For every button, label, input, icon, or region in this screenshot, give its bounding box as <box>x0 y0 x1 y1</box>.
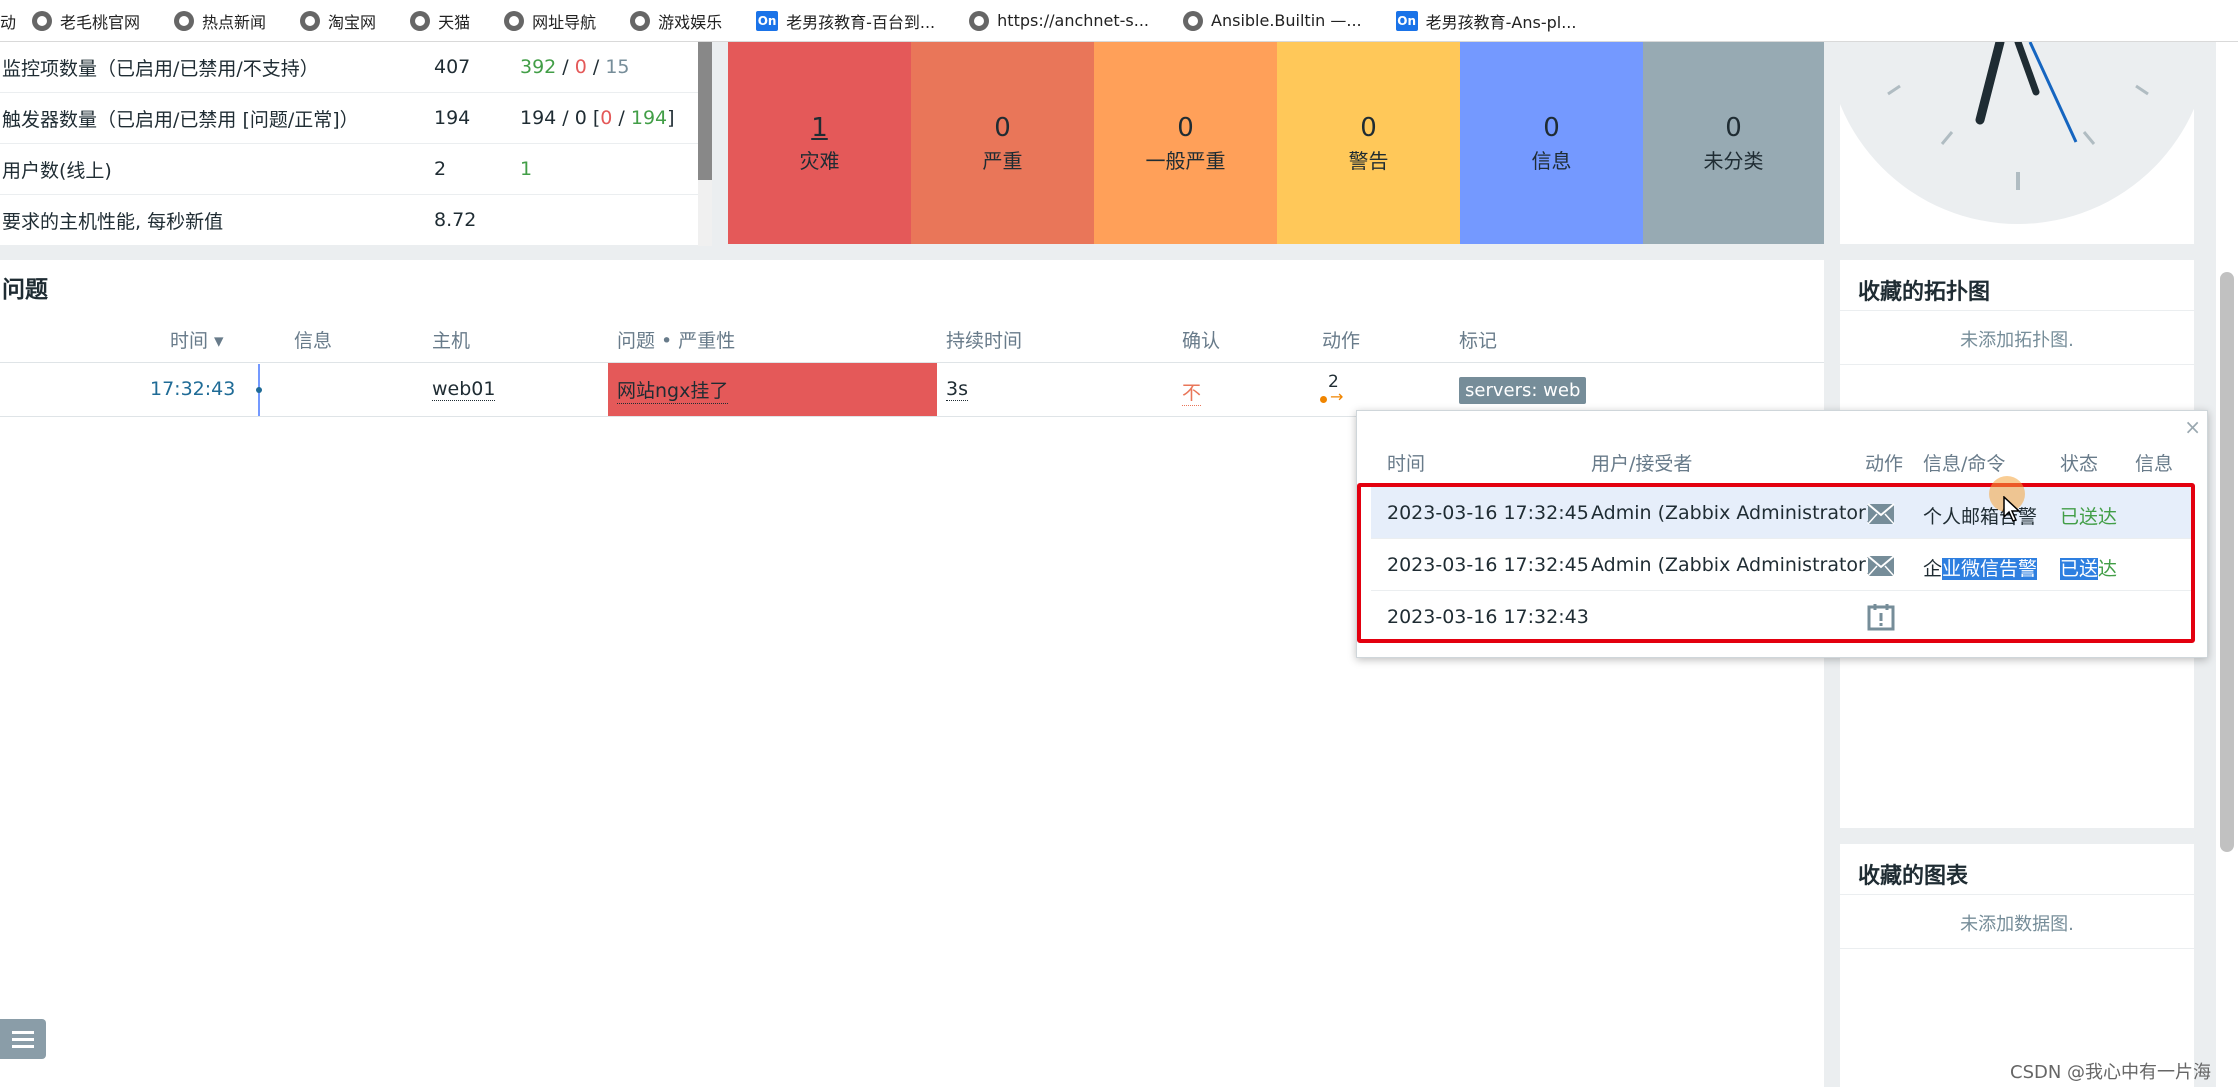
mouse-cursor-icon <box>2003 496 2021 522</box>
clock-face <box>1840 42 2194 224</box>
bookmark-item[interactable]: On 老男孩教育-Ans-pl... <box>1395 9 1576 33</box>
problem-host-link[interactable]: web01 <box>432 378 496 401</box>
problems-title: 问题 <box>2 277 48 303</box>
problem-duration[interactable]: 3s <box>946 378 968 401</box>
col-duration: 持续时间 <box>946 330 1023 352</box>
action-dot-icon <box>1320 396 1327 403</box>
favorite-graphs-empty: 未添加数据图. <box>1960 914 2074 935</box>
menu-toggle-button[interactable] <box>0 1019 46 1059</box>
popup-col-user: 用户/接受者 <box>1591 453 1693 475</box>
severity-warning[interactable]: 0 警告 <box>1277 42 1460 244</box>
severity-not-classified[interactable]: 0 未分类 <box>1643 42 1824 244</box>
bookmark-item[interactable]: 淘宝网 <box>300 9 376 33</box>
close-icon[interactable]: × <box>2184 415 2201 439</box>
page-scrollbar[interactable] <box>2216 42 2238 1087</box>
severity-high[interactable]: 0 严重 <box>911 42 1094 244</box>
stats-row-triggers: 触发器数量（已启用/已禁用 [问题/正常]） 194 194 / 0 [0 / … <box>0 93 700 144</box>
clock-widget <box>1840 42 2194 244</box>
stats-row-performance: 要求的主机性能, 每秒新值 8.72 <box>0 195 700 246</box>
col-ack: 确认 <box>1182 330 1221 352</box>
problem-severity-cell[interactable]: 网站ngx挂了 <box>608 363 937 416</box>
actions-indicator[interactable]: 2 → <box>1320 372 1350 406</box>
globe-icon <box>174 10 195 31</box>
bookmark-item[interactable]: https://anchnet-s... <box>969 10 1149 31</box>
col-tags: 标记 <box>1459 330 1498 352</box>
severity-disaster[interactable]: 1 灾难 <box>728 42 911 244</box>
globe-icon <box>300 10 321 31</box>
col-problem-severity: 问题 • 严重性 <box>617 330 736 352</box>
on-icon: On <box>756 10 779 31</box>
popup-col-status: 状态 <box>2060 453 2099 475</box>
bookmark-item[interactable]: 游戏娱乐 <box>630 9 722 33</box>
bookmark-item[interactable]: Ansible.Builtin —... <box>1183 10 1362 31</box>
system-info-widget: 监控项数量（已启用/已禁用/不支持） 407 392 / 0 / 15 触发器数… <box>0 42 712 246</box>
problem-time-link[interactable]: 17:32:43 <box>150 378 235 400</box>
globe-icon <box>630 10 651 31</box>
actions-popup: × 时间 用户/接受者 动作 信息/命令 状态 信息 2023-03-16 17… <box>1356 410 2208 658</box>
favorite-maps-empty: 未添加拓扑图. <box>1960 330 2074 351</box>
globe-icon <box>410 10 431 31</box>
tag-badge[interactable]: servers: web <box>1459 377 1587 404</box>
col-host: 主机 <box>432 330 471 352</box>
problems-widget: 问题 时间 ▾ 信息 主机 问题 • 严重性 持续时间 确认 动作 标记 17:… <box>0 260 1824 1087</box>
bookmark-truncated[interactable]: 动 <box>0 9 16 33</box>
globe-icon <box>1183 10 1204 31</box>
ack-link[interactable]: 不 <box>1182 378 1202 406</box>
on-icon: On <box>1395 10 1418 31</box>
favorite-graphs-title: 收藏的图表 <box>1858 864 1969 889</box>
bookmark-item[interactable]: 老毛桃官网 <box>32 9 140 33</box>
popup-col-action: 动作 <box>1865 453 1904 475</box>
globe-icon <box>32 10 53 31</box>
globe-icon <box>504 10 525 31</box>
severity-information[interactable]: 0 信息 <box>1460 42 1643 244</box>
col-info: 信息 <box>294 330 333 352</box>
watermark-text: CSDN @我心中有一片海 <box>2010 1062 2212 1083</box>
bookmark-item[interactable]: 热点新闻 <box>174 9 266 33</box>
favorite-maps-title: 收藏的拓扑图 <box>1858 280 1991 305</box>
highlight-box <box>1357 483 2195 643</box>
severity-average[interactable]: 0 一般严重 <box>1094 42 1277 244</box>
problem-name: 网站ngx挂了 <box>617 376 729 404</box>
bookmark-item[interactable]: 天猫 <box>410 9 470 33</box>
bookmark-item[interactable]: 网址导航 <box>504 9 596 33</box>
bookmarks-bar: 动 老毛桃官网 热点新闻 淘宝网 天猫 网址导航 游戏娱乐 On 老男孩教育-百台… <box>0 0 2238 42</box>
arrow-right-icon: → <box>1330 387 1344 406</box>
stats-row-items: 监控项数量（已启用/已禁用/不支持） 407 392 / 0 / 15 <box>0 42 700 93</box>
stats-row-users: 用户数(线上) 2 1 <box>0 144 700 195</box>
col-time-sort[interactable]: 时间 ▾ <box>170 326 224 353</box>
favorite-graphs-widget: 收藏的图表 未添加数据图. <box>1840 844 2194 1087</box>
col-actions: 动作 <box>1322 330 1361 352</box>
timeline-dot <box>256 387 262 393</box>
popup-col-time: 时间 <box>1387 453 1426 475</box>
stats-scrollbar[interactable] <box>698 42 712 246</box>
bookmark-item[interactable]: On 老男孩教育-百台到... <box>756 9 935 33</box>
popup-col-message: 信息/命令 <box>1923 453 2006 475</box>
globe-icon <box>969 10 990 31</box>
popup-col-info: 信息 <box>2135 453 2174 475</box>
